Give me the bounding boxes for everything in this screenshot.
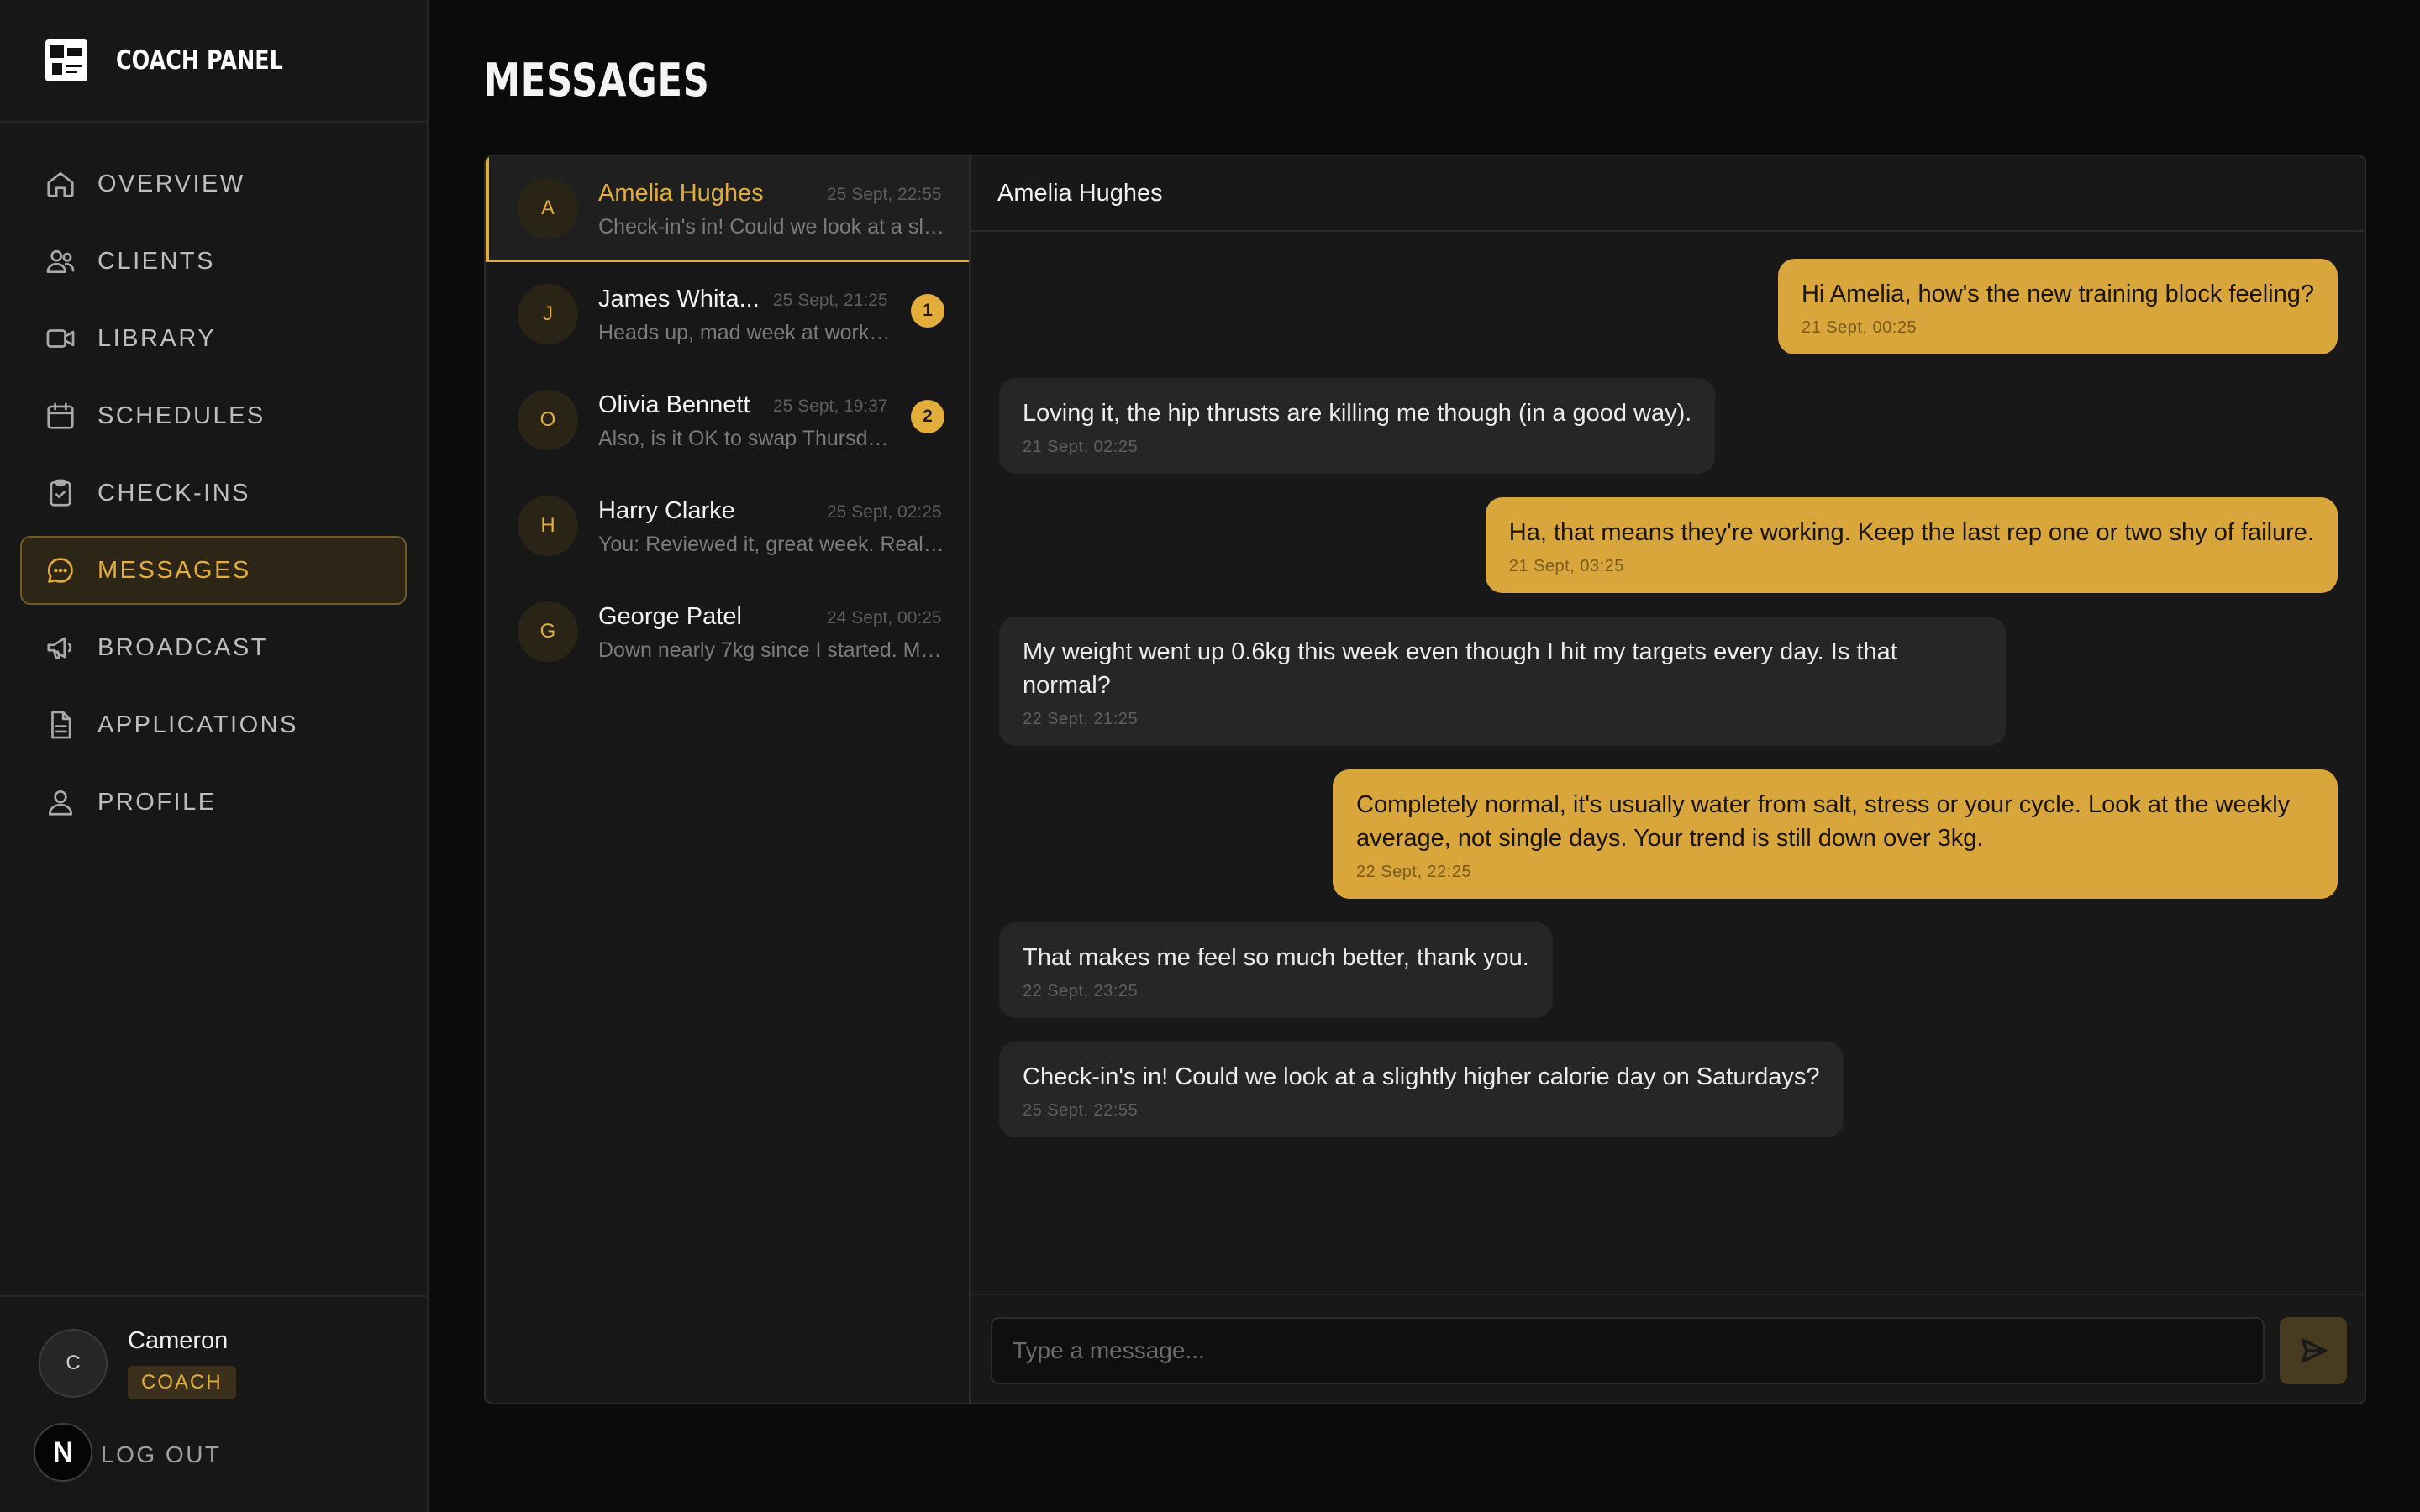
sidebar-nav: OVERVIEW CLIENTS LIBRARY SCHEDULES CHECK…	[0, 123, 427, 837]
nav-item-check-ins[interactable]: CHECK-INS	[20, 459, 407, 528]
message-outgoing: Completely normal, it's usually water fr…	[1333, 769, 2338, 899]
avatar: C	[39, 1329, 108, 1398]
conversation-preview: Heads up, mad week at work coming up	[598, 321, 892, 344]
role-badge: COACH	[128, 1366, 236, 1399]
message-input[interactable]	[991, 1317, 2265, 1384]
message-time: 21 Sept, 00:25	[1801, 318, 1918, 337]
conversation-preview: You: Reviewed it, great week. Really sol…	[598, 533, 948, 556]
chat-area: Amelia Hughes Hi Amelia, how's the new t…	[971, 156, 2365, 1403]
nav-item-broadcast[interactable]: BROADCAST	[20, 613, 407, 682]
users-icon	[44, 244, 77, 278]
nav-label: OVERVIEW	[97, 170, 245, 197]
conversation-time: 24 Sept, 00:25	[827, 608, 942, 627]
message-outgoing: Ha, that means they're working. Keep the…	[1485, 497, 2338, 593]
message-time: 22 Sept, 23:25	[1023, 982, 1139, 1000]
message-time: 22 Sept, 21:25	[1023, 710, 1139, 728]
message-incoming: Check-in's in! Could we look at a slight…	[999, 1042, 1844, 1137]
chat-header: Amelia Hughes	[971, 156, 2365, 232]
calendar-icon	[44, 399, 77, 433]
message-text: Completely normal, it's usually water fr…	[1356, 791, 2291, 852]
send-button[interactable]	[2280, 1317, 2347, 1384]
send-icon	[2301, 1338, 2327, 1363]
nav-item-clients[interactable]: CLIENTS	[20, 227, 407, 296]
user-icon	[44, 785, 77, 819]
brand-title: COACH PANEL	[116, 45, 283, 76]
nav-label: LIBRARY	[97, 324, 217, 352]
user-block: C Cameron COACH LOG OUT N	[0, 1295, 427, 1512]
conversation-name: Olivia Bennett	[598, 391, 750, 418]
megaphone-icon	[44, 631, 77, 664]
message-thread: Hi Amelia, how's the new training block …	[971, 232, 2365, 1329]
conversation-preview: Down nearly 7kg since I started. Massive…	[598, 638, 948, 662]
conversation-time: 25 Sept, 22:55	[827, 185, 942, 204]
message-time: 21 Sept, 02:25	[1023, 438, 1139, 456]
conversation-name: George Patel	[598, 603, 742, 630]
conversation-item[interactable]: H Harry Clarke 25 Sept, 02:25 You: Revie…	[486, 474, 969, 580]
page-title: MESSAGES	[484, 54, 710, 107]
conversation-time: 25 Sept, 21:25	[773, 291, 888, 310]
nav-item-messages[interactable]: MESSAGES	[20, 536, 407, 605]
avatar: H	[518, 496, 578, 556]
messages-panel: A Amelia Hughes 25 Sept, 22:55 Check-in'…	[484, 155, 2366, 1404]
message-composer	[971, 1294, 2365, 1403]
document-icon	[44, 708, 77, 742]
nav-label: APPLICATIONS	[97, 711, 298, 738]
message-outgoing: Hi Amelia, how's the new training block …	[1777, 259, 2338, 354]
conversation-name: Harry Clarke	[598, 497, 735, 524]
nav-label: SCHEDULES	[97, 402, 266, 429]
conversation-item[interactable]: J James Whita... 25 Sept, 21:25 Heads up…	[486, 262, 969, 368]
message-text: Ha, that means they're working. Keep the…	[1508, 519, 2314, 546]
brand-logo	[45, 39, 87, 81]
avatar: O	[518, 390, 578, 450]
avatar: A	[518, 178, 578, 239]
message-incoming: My weight went up 0.6kg this week even t…	[999, 617, 2006, 746]
message-text: Loving it, the hip thrusts are killing m…	[1023, 400, 1692, 427]
unread-badge: 2	[911, 400, 944, 433]
conversation-name: James Whita...	[598, 286, 760, 312]
unread-badge: 1	[911, 294, 944, 328]
nav-item-overview[interactable]: OVERVIEW	[20, 150, 407, 218]
conversation-preview: Also, is it OK to swap Thursday's sessio…	[598, 427, 892, 450]
conversation-list: A Amelia Hughes 25 Sept, 22:55 Check-in'…	[486, 156, 971, 1403]
conversation-time: 25 Sept, 02:25	[827, 502, 942, 522]
nav-item-profile[interactable]: PROFILE	[20, 768, 407, 837]
nav-label: CHECK-INS	[97, 479, 251, 507]
message-incoming: That makes me feel so much better, thank…	[999, 922, 1553, 1018]
logout-button[interactable]: LOG OUT	[101, 1441, 222, 1468]
message-time: 21 Sept, 03:25	[1508, 557, 1624, 575]
nav-label: MESSAGES	[97, 556, 251, 584]
user-name: Cameron	[128, 1327, 229, 1354]
n-logo-icon[interactable]: N	[34, 1423, 92, 1482]
message-text: Hi Amelia, how's the new training block …	[1801, 281, 2314, 307]
message-time: 25 Sept, 22:55	[1023, 1101, 1139, 1120]
nav-label: BROADCAST	[97, 633, 268, 661]
chat-bubble-icon	[44, 554, 77, 587]
nav-item-applications[interactable]: APPLICATIONS	[20, 690, 407, 759]
video-icon	[44, 322, 77, 355]
conversation-item[interactable]: A Amelia Hughes 25 Sept, 22:55 Check-in'…	[486, 156, 969, 262]
conversation-time: 25 Sept, 19:37	[773, 396, 888, 416]
conversation-item[interactable]: O Olivia Bennett 25 Sept, 19:37 Also, is…	[486, 368, 969, 474]
brand: COACH PANEL	[0, 0, 427, 123]
avatar: G	[518, 601, 578, 662]
message-text: My weight went up 0.6kg this week even t…	[1023, 638, 1897, 699]
avatar: J	[518, 284, 578, 344]
nav-label: PROFILE	[97, 788, 217, 816]
clipboard-check-icon	[44, 476, 77, 510]
home-icon	[44, 167, 77, 201]
message-time: 22 Sept, 22:25	[1356, 863, 1472, 881]
conversation-name: Amelia Hughes	[598, 180, 764, 207]
message-text: That makes me feel so much better, thank…	[1023, 944, 1529, 971]
message-text: Check-in's in! Could we look at a slight…	[1023, 1063, 1820, 1090]
conversation-preview: Check-in's in! Could we look at a slight…	[598, 215, 948, 239]
nav-item-schedules[interactable]: SCHEDULES	[20, 381, 407, 450]
message-incoming: Loving it, the hip thrusts are killing m…	[999, 378, 1716, 474]
nav-item-library[interactable]: LIBRARY	[20, 304, 407, 373]
conversation-item[interactable]: G George Patel 24 Sept, 00:25 Down nearl…	[486, 580, 969, 685]
nav-label: CLIENTS	[97, 247, 215, 275]
sidebar: COACH PANEL OVERVIEW CLIENTS LIBRARY SCH…	[0, 0, 429, 1512]
